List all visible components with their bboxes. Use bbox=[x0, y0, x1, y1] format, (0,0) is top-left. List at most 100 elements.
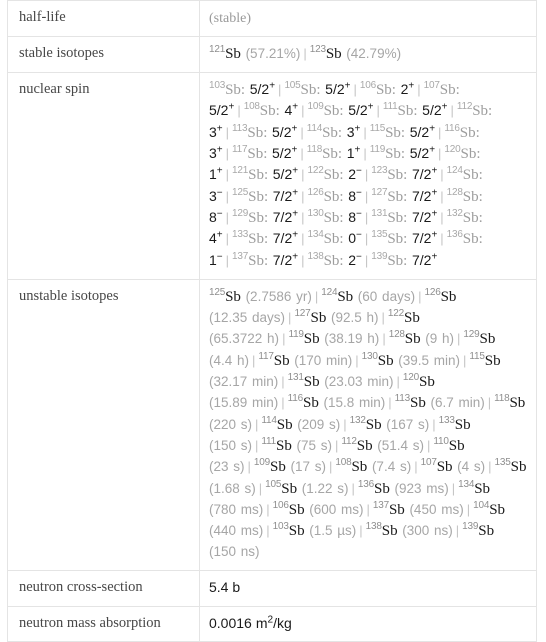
isotope-mass-number: 114 bbox=[261, 414, 277, 426]
spin-value: 7/2+ bbox=[273, 230, 298, 246]
nuclear-spin-item: 128Sb: bbox=[447, 187, 483, 205]
list-separator: | bbox=[432, 416, 436, 432]
nuclear-spin-item: 108Sb: bbox=[244, 102, 280, 120]
isotope-mass-number: 130 bbox=[307, 207, 324, 219]
isotope-element-symbol: Sb: bbox=[397, 103, 418, 120]
isotope-element-symbol: Sb: bbox=[248, 188, 269, 205]
isotope-value: (15.8 min) bbox=[323, 395, 386, 411]
isotope-element-symbol: Sb bbox=[448, 437, 465, 454]
spin-parity-sign: − bbox=[356, 208, 362, 220]
spin-number: 7/2 bbox=[272, 251, 293, 268]
list-separator: | bbox=[438, 124, 442, 140]
spin-number: 7/2 bbox=[272, 187, 293, 204]
isotope-mass-number: 112 bbox=[456, 101, 473, 113]
spin-number: 0 bbox=[348, 230, 356, 247]
nuclear-spin-item: 116Sb: bbox=[444, 123, 480, 141]
isotope-mass-number: 118 bbox=[306, 144, 323, 156]
list-separator: | bbox=[388, 395, 392, 411]
isotope-mass-number: 126 bbox=[307, 186, 324, 198]
spin-value: 4+ bbox=[284, 102, 298, 118]
spin-number: 5/2 bbox=[249, 81, 270, 98]
list-separator: | bbox=[343, 416, 347, 432]
isotope-value: (923 ms) bbox=[394, 480, 449, 496]
isotope-mass-number: 134 bbox=[307, 229, 324, 241]
table-row-half-life: half-life (stable) bbox=[7, 0, 537, 37]
isotope-item: 138Sb bbox=[366, 522, 398, 540]
isotope-item: 126Sb bbox=[424, 287, 456, 305]
spin-value: 3+ bbox=[209, 124, 223, 140]
isotope-value: (57.21%) bbox=[245, 45, 301, 61]
spin-value: 8− bbox=[348, 209, 362, 225]
isotope-mass-number: 113 bbox=[232, 122, 248, 134]
half-life-value: (stable) bbox=[209, 11, 251, 26]
row-value-stable-isotopes: 121Sb (57.21%) | 123Sb (42.79%) bbox=[199, 35, 537, 74]
isotope-item: 134Sb bbox=[458, 479, 490, 497]
isotope-item: 113Sb bbox=[395, 394, 426, 412]
list-separator: | bbox=[440, 231, 444, 247]
spin-number: 2 bbox=[348, 166, 356, 183]
isotope-element-symbol: Sb bbox=[381, 523, 398, 540]
isotope-element-symbol: Sb bbox=[404, 331, 421, 348]
nuclear-spin-item: 125Sb: bbox=[232, 187, 269, 205]
isotope-value: (6.7 min) bbox=[430, 395, 485, 411]
isotope-element-symbol: Sb bbox=[288, 501, 305, 518]
isotope-value: (92.5 h) bbox=[331, 310, 379, 326]
nuclear-spin-item: 124Sb: bbox=[446, 165, 483, 184]
isotope-mass-number: 111 bbox=[261, 435, 277, 447]
list-separator: | bbox=[451, 480, 456, 496]
isotope-element-symbol: Sb bbox=[484, 352, 501, 369]
row-value-half-life: (stable) bbox=[199, 0, 537, 37]
nuclear-spin-item: 118Sb: bbox=[306, 144, 342, 163]
spin-value: 7/2+ bbox=[273, 188, 298, 204]
isotope-element-symbol: Sb: bbox=[248, 231, 269, 248]
isotope-element-symbol: Sb bbox=[489, 501, 506, 518]
list-separator: | bbox=[314, 288, 319, 304]
nma-per: /kg bbox=[273, 614, 292, 631]
list-separator: | bbox=[427, 437, 431, 453]
isotope-value: (15.89 min) bbox=[209, 395, 279, 411]
nuclear-spin-item: 130Sb: bbox=[307, 207, 343, 226]
isotope-mass-number: 124 bbox=[446, 165, 463, 177]
list-separator: | bbox=[364, 252, 369, 268]
isotope-mass-number: 109 bbox=[253, 457, 270, 469]
list-separator: | bbox=[258, 480, 263, 496]
isotope-element-symbol: Sb bbox=[276, 437, 292, 454]
isotope-element-symbol: Sb: bbox=[323, 103, 344, 120]
isotope-element-symbol: Sb: bbox=[323, 188, 344, 205]
isotope-item: 105Sb bbox=[265, 479, 297, 497]
spin-value: 5/2+ bbox=[250, 81, 275, 97]
isotope-item: 119Sb bbox=[288, 330, 320, 348]
isotope-mass-number: 132 bbox=[349, 414, 366, 426]
table-row-neutron-mass-absorption: neutron mass absorption 0.0016 m2/kg bbox=[7, 605, 537, 642]
isotope-element-symbol: Sb bbox=[303, 331, 320, 348]
nuclear-spin-item: 134Sb: bbox=[307, 229, 343, 248]
isotope-value: (450 ms) bbox=[409, 501, 464, 517]
spin-value: 8− bbox=[348, 188, 362, 204]
spin-number: 7/2 bbox=[411, 230, 432, 247]
spin-parity-sign: + bbox=[216, 165, 223, 177]
isotope-mass-number: 115 bbox=[369, 122, 386, 134]
isotope-item: 131Sb bbox=[288, 373, 320, 391]
spin-parity-sign: − bbox=[216, 187, 223, 198]
list-separator: | bbox=[364, 188, 369, 204]
isotope-element-symbol: Sb: bbox=[459, 124, 480, 141]
isotope-mass-number: 123 bbox=[309, 43, 326, 55]
spin-number: 4 bbox=[209, 230, 217, 247]
spin-parity-sign: − bbox=[356, 187, 362, 198]
isotope-mass-number: 112 bbox=[341, 435, 357, 447]
isotope-element-symbol: Sb bbox=[388, 501, 405, 518]
isotope-value: (220 s) bbox=[209, 416, 253, 432]
row-label-nuclear-spin: nuclear spin bbox=[7, 72, 200, 280]
spin-number: 7/2 bbox=[411, 166, 432, 183]
isotope-element-symbol: Sb: bbox=[387, 231, 408, 248]
spin-number: 7/2 bbox=[411, 208, 432, 225]
spin-parity-sign: − bbox=[216, 250, 223, 262]
isotope-value: (440 ms) bbox=[209, 523, 264, 539]
isotope-mass-number: 103 bbox=[272, 521, 289, 533]
isotope-element-symbol: Sb: bbox=[322, 124, 343, 141]
isotope-mass-number: 131 bbox=[371, 207, 388, 219]
isotope-mass-number: 138 bbox=[307, 250, 324, 262]
isotope-element-symbol: Sb: bbox=[462, 188, 483, 205]
nma-number: 0.0016 bbox=[209, 614, 252, 631]
list-separator: | bbox=[363, 146, 367, 162]
